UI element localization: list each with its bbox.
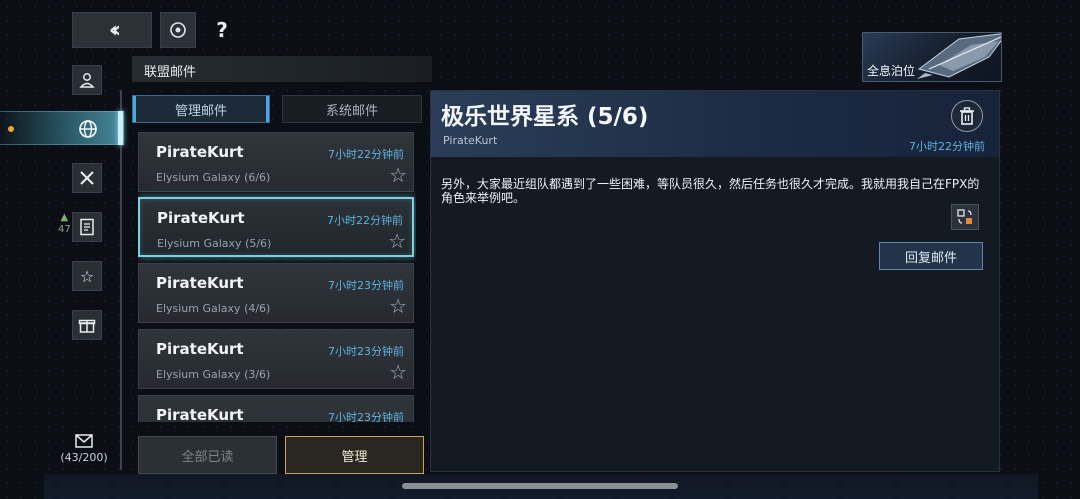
mail-sender: PirateKurt	[157, 209, 245, 227]
page-title-text: 联盟邮件	[144, 65, 197, 80]
warning-indicator: ▲ 47	[58, 212, 71, 236]
mail-time: 7小时23分钟前	[328, 411, 404, 422]
mail-subject: Elysium Galaxy (3/6)	[156, 368, 271, 381]
gift-icon	[78, 319, 96, 333]
tab-manage-mail[interactable]: 管理邮件	[132, 95, 270, 123]
mail-sender: PirateKurt	[156, 340, 244, 358]
sidebar-item-profile[interactable]	[72, 65, 102, 95]
read-all-label: 全部已读	[181, 449, 234, 465]
reply-button[interactable]: 回复邮件	[879, 242, 983, 270]
list-item[interactable]: PirateKurt 7小时23分钟前	[138, 395, 414, 422]
favorite-star-icon[interactable]: ☆	[389, 294, 407, 318]
sidebar-item-alliance[interactable]	[0, 111, 124, 145]
warning-triangle-icon: ▲	[60, 212, 69, 223]
mail-subject: Elysium Galaxy (4/6)	[156, 302, 271, 315]
mail-sender: PirateKurt	[156, 406, 244, 422]
list-item[interactable]: PirateKurt 7小时23分钟前 Elysium Galaxy (4/6)…	[138, 263, 414, 323]
translate-button[interactable]	[951, 204, 979, 230]
mail-time: 7小时22分钟前	[327, 214, 403, 227]
manage-label: 管理	[341, 449, 368, 465]
delete-button[interactable]	[951, 100, 983, 132]
mail-detail-header: 极乐世界星系 (5/6) PirateKurt 7小时22分钟前	[431, 91, 999, 157]
favorite-star-icon[interactable]: ☆	[388, 229, 406, 253]
tab-manage-mail-label: 管理邮件	[174, 103, 227, 119]
reply-label: 回复邮件	[904, 250, 957, 266]
crossed-swords-icon	[80, 171, 94, 185]
double-chevron-left-icon: ‹‹	[108, 17, 121, 43]
mail-detail-panel: 极乐世界星系 (5/6) PirateKurt 7小时22分钟前 另外，大家最近…	[430, 90, 1000, 472]
mail-sender: PirateKurt	[156, 143, 244, 161]
mail-subject: Elysium Galaxy (6/6)	[156, 171, 271, 184]
mail-time: 7小时23分钟前	[328, 345, 404, 358]
mailbox-capacity: (43/200)	[56, 434, 112, 464]
warning-count: 47	[58, 224, 71, 235]
star-icon: ☆	[79, 266, 95, 286]
sidebar-item-favorites[interactable]: ☆	[72, 261, 102, 291]
mail-time: 7小时22分钟前	[328, 148, 404, 161]
mail-list[interactable]: PirateKurt 7小时22分钟前 Elysium Galaxy (6/6)…	[138, 130, 416, 422]
tab-system-mail-label: 系统邮件	[325, 103, 378, 119]
document-icon	[80, 218, 94, 236]
trash-icon	[960, 107, 974, 125]
mail-subject: Elysium Galaxy (5/6)	[157, 237, 272, 250]
holo-dock-label: 全息泊位	[867, 64, 916, 78]
notification-dot	[8, 126, 14, 132]
mail-detail-sender: PirateKurt	[443, 134, 498, 147]
back-button[interactable]: ‹‹	[72, 12, 152, 48]
page-title: 联盟邮件	[132, 56, 432, 82]
person-icon	[79, 73, 95, 88]
list-item[interactable]: PirateKurt 7小时22分钟前 Elysium Galaxy (5/6)…	[138, 197, 414, 257]
favorite-star-icon[interactable]: ☆	[389, 360, 407, 384]
mail-count: (43/200)	[60, 451, 108, 464]
sidebar-item-battle[interactable]	[72, 163, 102, 193]
mail-sender: PirateKurt	[156, 274, 244, 292]
list-item[interactable]: PirateKurt 7小时23分钟前 Elysium Galaxy (3/6)…	[138, 329, 414, 389]
list-item[interactable]: PirateKurt 7小时22分钟前 Elysium Galaxy (6/6)…	[138, 132, 414, 192]
rail-divider	[120, 90, 122, 470]
holo-dock-button[interactable]: 全息泊位	[862, 32, 1002, 82]
manage-button[interactable]: 管理	[285, 436, 424, 474]
mail-time: 7小时23分钟前	[328, 279, 404, 292]
mail-detail-body: 另外，大家最近组队都遇到了一些困难，等队员很久，然后任务也很久才完成。我就用我自…	[441, 177, 980, 205]
mail-detail-time: 7小时22分钟前	[909, 140, 985, 153]
globe-icon	[79, 120, 97, 138]
favorite-star-icon[interactable]: ☆	[389, 163, 407, 187]
sync-button[interactable]	[160, 12, 196, 48]
help-button[interactable]: ?	[206, 14, 238, 46]
target-icon	[170, 22, 186, 38]
translate-icon	[957, 209, 972, 224]
envelope-icon	[75, 434, 93, 448]
sidebar-item-gifts[interactable]	[72, 310, 102, 340]
sidebar-item-reports[interactable]	[72, 212, 102, 242]
tab-system-mail[interactable]: 系统邮件	[282, 95, 422, 123]
read-all-button[interactable]: 全部已读	[138, 436, 277, 474]
mail-detail-title: 极乐世界星系 (5/6)	[441, 104, 649, 130]
question-icon: ?	[216, 18, 228, 42]
home-indicator[interactable]	[402, 483, 678, 489]
active-indicator	[118, 111, 123, 145]
